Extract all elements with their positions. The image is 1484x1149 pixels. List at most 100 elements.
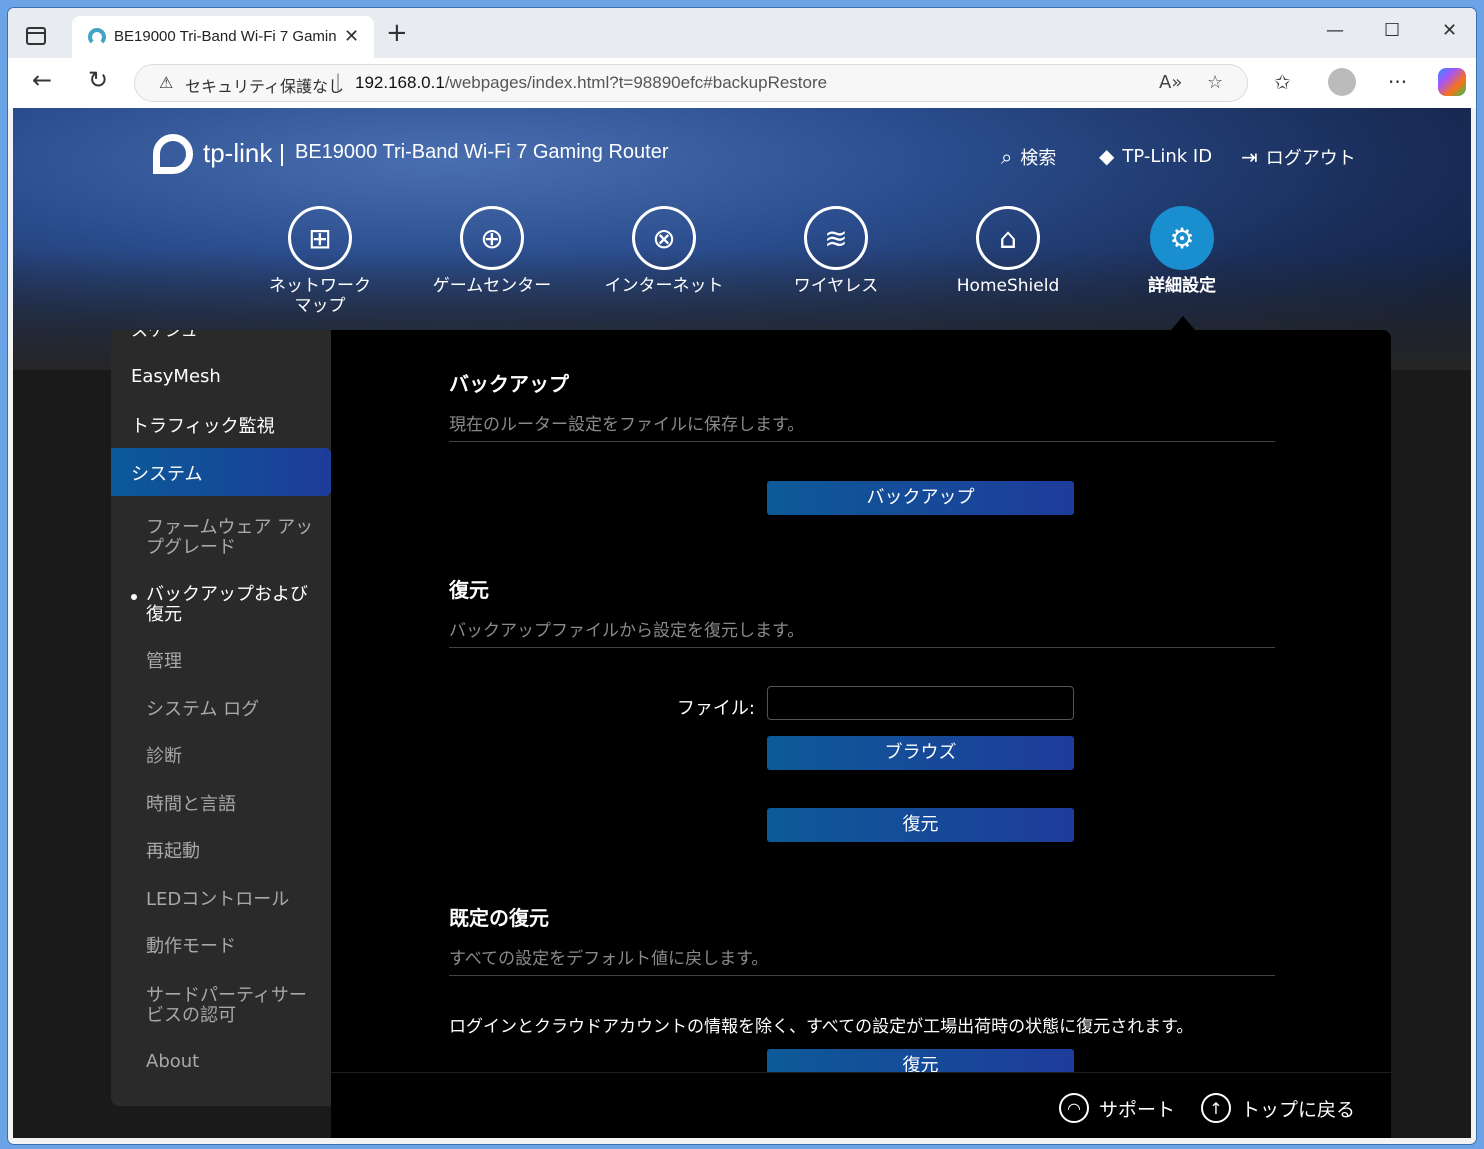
globe-icon: ⊗ xyxy=(632,206,696,270)
home-shield-icon: ⌂ xyxy=(976,206,1040,270)
factory-reset-note: ログインとクラウドアカウントの情報を除く、すべての設定が工場出荷時の状態に復元さ… xyxy=(449,1017,1194,1037)
nav-label: ゲームセンター xyxy=(432,276,552,296)
factory-reset-title: 既定の復元 xyxy=(449,906,549,930)
sidebar-sub-admin[interactable]: 管理 xyxy=(146,652,316,672)
sidebar-sub-diagnostics[interactable]: 診断 xyxy=(146,747,316,767)
gamepad-icon: ⊕ xyxy=(460,206,524,270)
search-icon: ⌕ xyxy=(1001,145,1013,169)
page-viewport: tp-link BE19000 Tri-Band Wi-Fi 7 Gaming … xyxy=(13,108,1471,1138)
favorites-icon[interactable]: ✩ xyxy=(1274,70,1291,94)
file-label: ファイル: xyxy=(676,698,755,719)
nav-internet[interactable]: ⊗ インターネット xyxy=(589,206,739,296)
nav-label: HomeShield xyxy=(956,276,1060,296)
new-tab-icon[interactable]: + xyxy=(386,20,408,46)
close-tab-icon[interactable]: ✕ xyxy=(344,26,359,47)
address-bar-row: ← ↻ ⚠ セキュリティ保護なし | 192.168.0.1/webpages/… xyxy=(8,58,1476,108)
search-label: 検索 xyxy=(1020,148,1057,169)
restore-button[interactable]: 復元 xyxy=(767,808,1074,842)
browser-window: BE19000 Tri-Band Wi-Fi 7 Gaming ✕ + — ☐ … xyxy=(8,8,1476,1144)
search-link[interactable]: ⌕ 検索 xyxy=(1001,144,1056,170)
nav-label: インターネット xyxy=(604,276,724,296)
factory-reset-description: すべての設定をデフォルト値に戻します。 xyxy=(449,949,769,969)
nav-wireless[interactable]: ≋ ワイヤレス xyxy=(761,206,911,296)
sidebar-sub-third-party[interactable]: サードパーティサービスの認可 xyxy=(146,986,316,1026)
minimize-icon[interactable]: — xyxy=(1326,20,1344,41)
profile-avatar[interactable] xyxy=(1328,68,1356,96)
nav-label: ワイヤレス xyxy=(793,276,879,296)
backup-title: バックアップ xyxy=(449,372,569,396)
url-text[interactable]: 192.168.0.1/webpages/index.html?t=98890e… xyxy=(355,73,827,93)
read-aloud-icon[interactable]: A» xyxy=(1159,72,1182,93)
nav-game-center[interactable]: ⊕ ゲームセンター xyxy=(417,206,567,296)
sidebar-item-system[interactable]: システム xyxy=(111,448,331,496)
sidebar-item-schedule[interactable]: スケジュ xyxy=(131,330,198,341)
current-item-dot xyxy=(131,594,137,600)
url-host: 192.168.0.1 xyxy=(355,73,445,92)
file-path-input[interactable] xyxy=(767,686,1074,720)
network-map-icon: ⊞ xyxy=(288,206,352,270)
tab-actions-icon[interactable] xyxy=(26,27,46,45)
wifi-icon: ≋ xyxy=(804,206,868,270)
headset-icon: ◠ xyxy=(1059,1093,1089,1123)
logo-text: tp-link xyxy=(203,138,273,168)
sidebar-sub-backup-restore[interactable]: バックアップおよび復元 xyxy=(146,585,316,625)
security-label[interactable]: セキュリティ保護なし xyxy=(185,73,344,97)
support-link[interactable]: ◠ サポート xyxy=(1059,1093,1175,1123)
sidebar: スケジュ EasyMesh トラフィック監視 システム ファームウェア アップグ… xyxy=(111,330,331,1106)
tplink-id-icon: ◆ xyxy=(1099,144,1115,168)
divider xyxy=(449,975,1275,976)
copilot-icon[interactable] xyxy=(1438,68,1466,96)
sidebar-sub-time-language[interactable]: 時間と言語 xyxy=(146,795,316,815)
sidebar-sub-firmware[interactable]: ファームウェア アップグレード xyxy=(146,518,316,558)
divider xyxy=(449,441,1275,442)
nav-advanced[interactable]: ⚙ 詳細設定 xyxy=(1107,206,1257,296)
logout-label: ログアウト xyxy=(1265,148,1356,169)
nav-network-map[interactable]: ⊞ ネットワーク マップ xyxy=(245,206,395,316)
support-label: サポート xyxy=(1099,1098,1176,1121)
logo-separator xyxy=(281,144,283,166)
favorite-star-icon[interactable]: ☆ xyxy=(1207,72,1223,93)
sidebar-item-label: システム xyxy=(131,464,203,485)
sidebar-item-traffic[interactable]: トラフィック監視 xyxy=(131,412,275,438)
sidebar-item-easymesh[interactable]: EasyMesh xyxy=(131,366,221,387)
main-content: バックアップ 現在のルーター設定をファイルに保存します。 バックアップ 復元 バ… xyxy=(331,330,1391,1138)
browse-button[interactable]: ブラウズ xyxy=(767,736,1074,770)
sidebar-sub-reboot[interactable]: 再起動 xyxy=(146,842,316,862)
maximize-icon[interactable]: ☐ xyxy=(1384,20,1400,41)
active-nav-pointer xyxy=(1171,316,1195,330)
logout-icon: ⇥ xyxy=(1241,145,1258,169)
tab-bar: BE19000 Tri-Band Wi-Fi 7 Gaming ✕ + — ☐ … xyxy=(8,8,1476,58)
tab-title: BE19000 Tri-Band Wi-Fi 7 Gaming xyxy=(114,28,336,45)
restore-description: バックアップファイルから設定を復元します。 xyxy=(449,621,805,641)
address-bar[interactable]: ⚠ セキュリティ保護なし | 192.168.0.1/webpages/inde… xyxy=(134,64,1248,102)
nav-homeshield[interactable]: ⌂ HomeShield xyxy=(933,206,1083,296)
logout-link[interactable]: ⇥ ログアウト xyxy=(1241,144,1356,170)
more-menu-icon[interactable]: ··· xyxy=(1388,70,1407,94)
refresh-icon[interactable]: ↻ xyxy=(88,68,108,92)
arrow-up-icon: ↑ xyxy=(1201,1093,1231,1123)
footer: ◠ サポート ↑ トップに戻る xyxy=(331,1072,1391,1138)
back-icon[interactable]: ← xyxy=(32,68,52,92)
settings-gear-icon: ⚙ xyxy=(1150,206,1214,270)
router-model: BE19000 Tri-Band Wi-Fi 7 Gaming Router xyxy=(295,141,669,163)
sidebar-sub-operation-mode[interactable]: 動作モード xyxy=(146,937,316,957)
backup-description: 現在のルーター設定をファイルに保存します。 xyxy=(449,415,805,435)
backup-button[interactable]: バックアップ xyxy=(767,481,1074,515)
url-path: /webpages/index.html?t=98890efc#backupRe… xyxy=(444,73,828,92)
tplink-id-label: TP-Link ID xyxy=(1122,145,1213,167)
sidebar-sub-about[interactable]: About xyxy=(146,1052,316,1072)
back-to-top-link[interactable]: ↑ トップに戻る xyxy=(1201,1093,1355,1123)
warning-icon: ⚠ xyxy=(159,73,174,92)
nav-label: 詳細設定 xyxy=(1148,276,1216,296)
url-separator: | xyxy=(335,71,342,92)
sidebar-sub-system-log[interactable]: システム ログ xyxy=(146,700,316,720)
tplink-favicon-icon xyxy=(88,28,106,46)
divider xyxy=(449,647,1275,648)
tplink-id-link[interactable]: ◆ TP-Link ID xyxy=(1099,144,1212,168)
tplink-logo-mark-icon xyxy=(153,134,193,174)
nav-label: ネットワーク マップ xyxy=(269,276,371,316)
browser-tab[interactable]: BE19000 Tri-Band Wi-Fi 7 Gaming ✕ xyxy=(72,16,374,58)
sidebar-sub-led[interactable]: LEDコントロール xyxy=(146,890,316,910)
restore-title: 復元 xyxy=(449,578,489,602)
close-window-icon[interactable]: ✕ xyxy=(1442,20,1457,41)
